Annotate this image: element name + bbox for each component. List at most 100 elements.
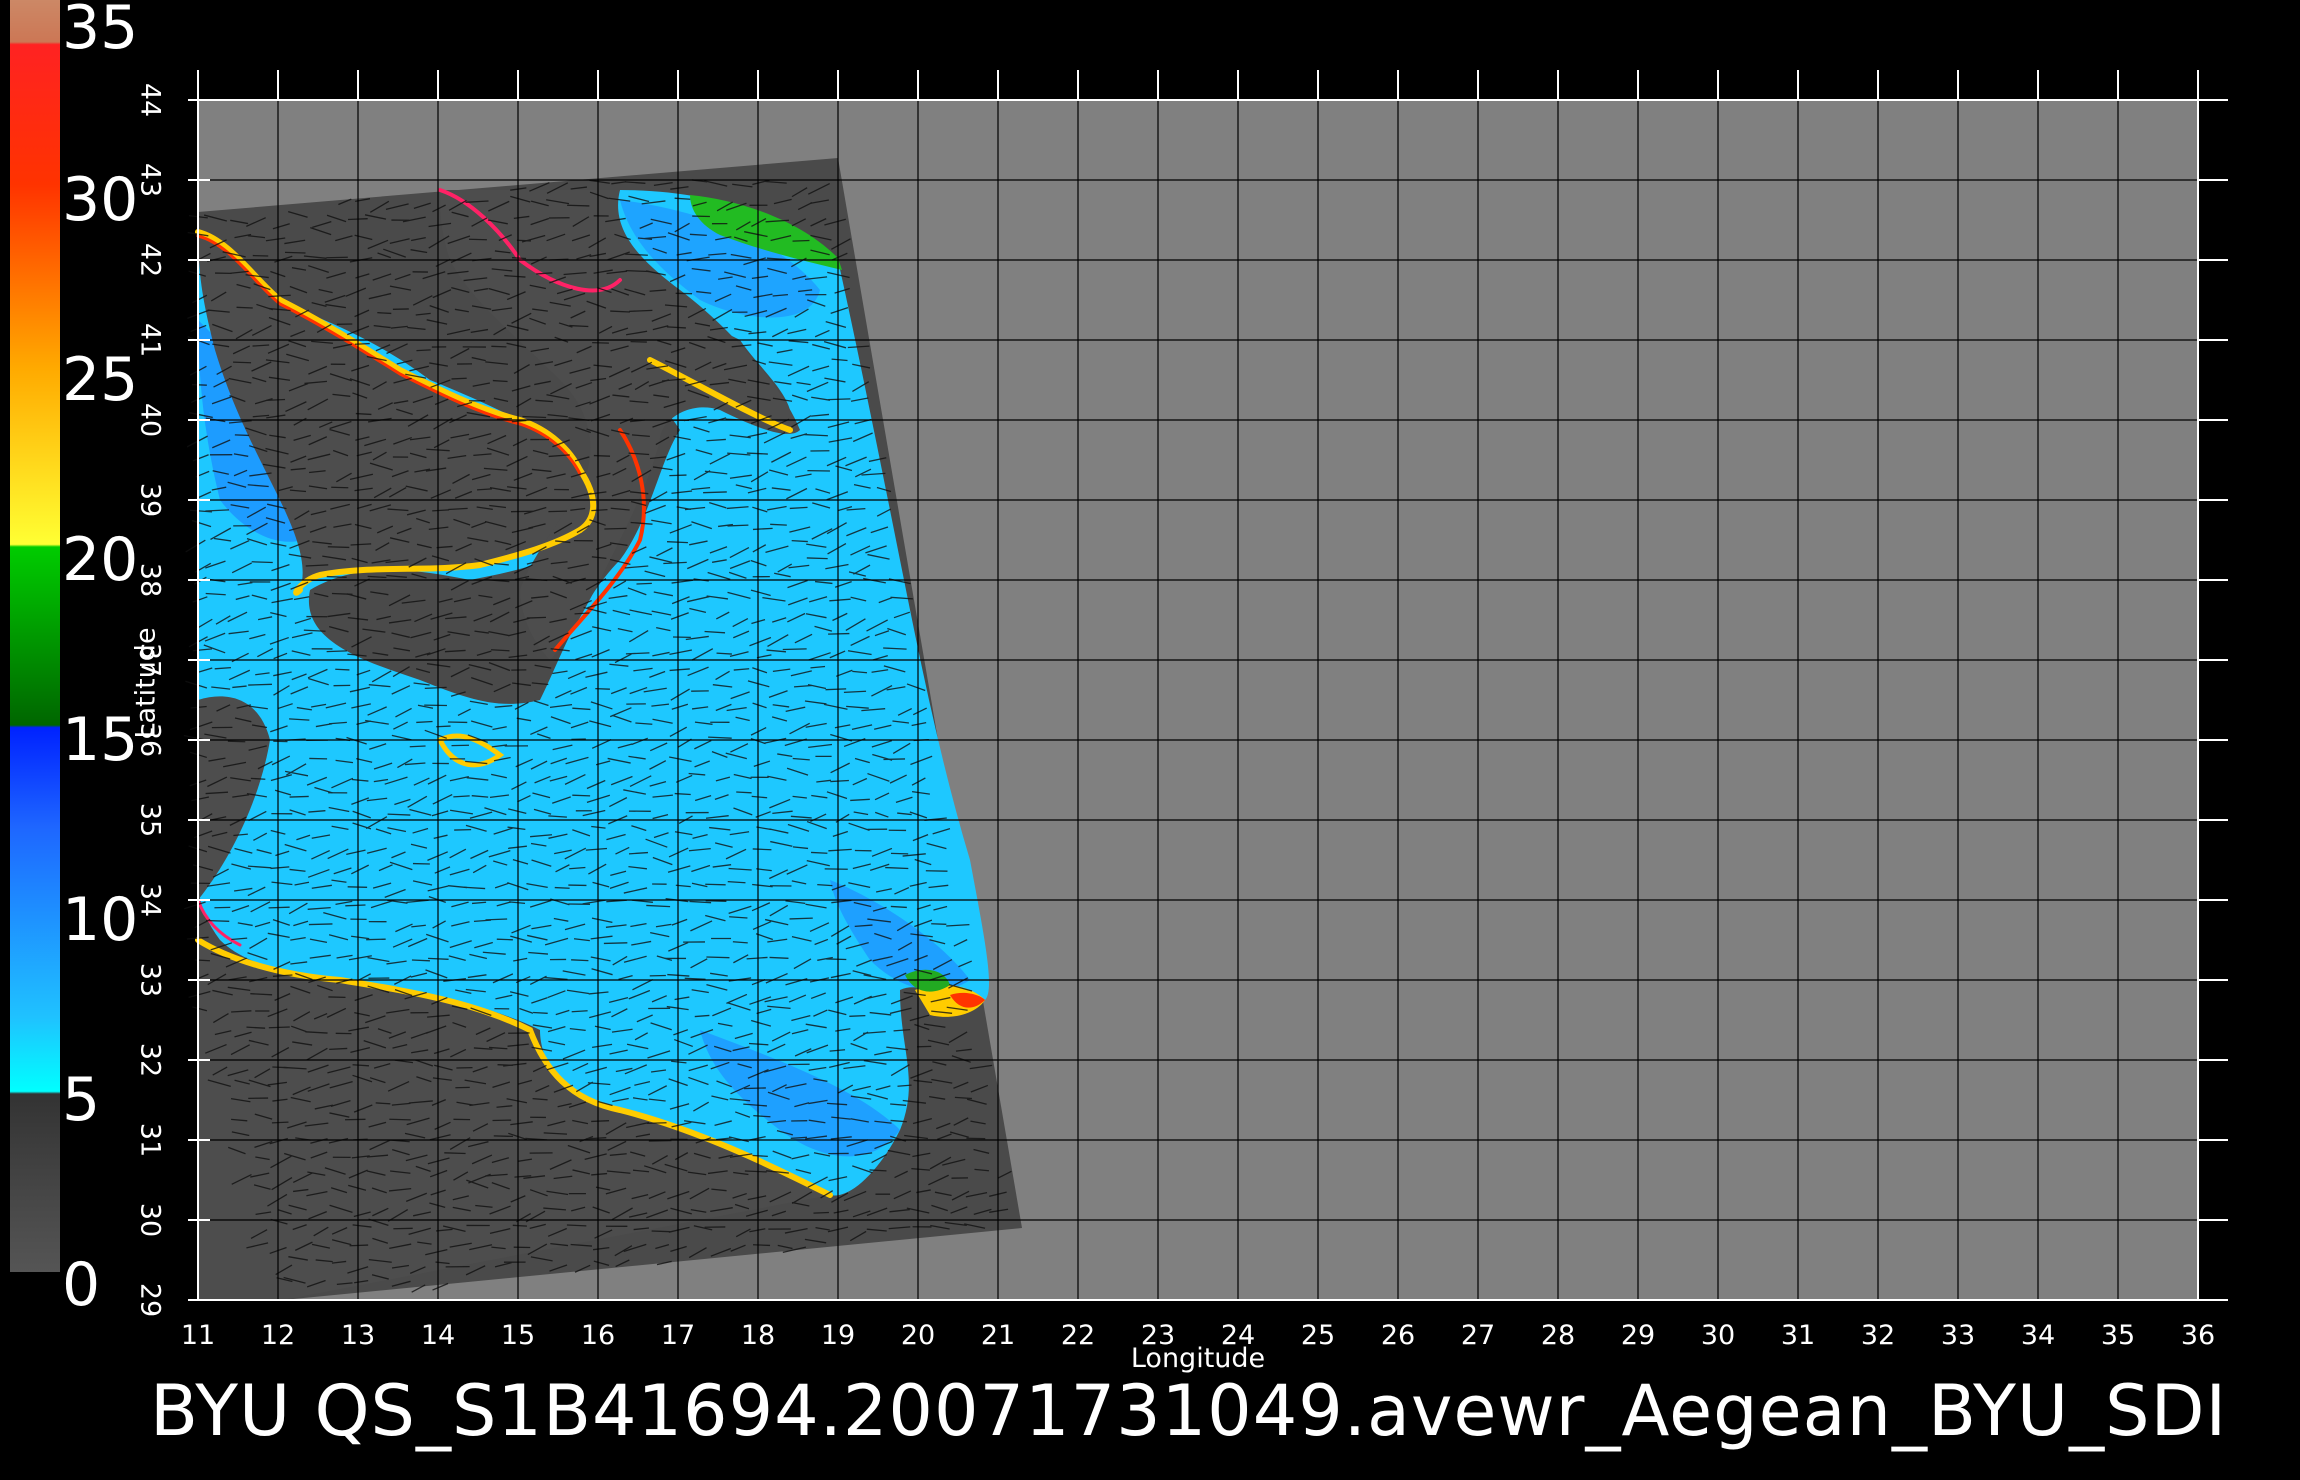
wind-vector [236, 306, 253, 309]
wind-vector [571, 959, 589, 962]
wind-vector [289, 795, 309, 798]
wind-vector [496, 938, 513, 941]
wind-vector [250, 777, 266, 780]
wind-vector [574, 612, 590, 615]
wind-vector [308, 923, 333, 926]
lat-tick-label: 43 [134, 162, 166, 198]
wind-vector [825, 688, 847, 691]
lon-tick-label: 16 [580, 1320, 616, 1351]
lon-tick-label: 22 [1060, 1320, 1096, 1351]
lon-tick-label: 12 [260, 1320, 296, 1351]
lat-tick-label: 38 [134, 562, 166, 598]
lon-tick-label: 21 [980, 1320, 1016, 1351]
wind-vector [205, 919, 230, 922]
wind-vector [752, 848, 772, 851]
wind-vector [326, 256, 348, 259]
wind-vector [548, 510, 568, 513]
wind-vector [769, 956, 789, 959]
wind-vector [883, 758, 906, 761]
wind-vector [567, 204, 590, 207]
wind-vector [512, 1224, 528, 1227]
wind-vector [752, 1244, 771, 1247]
wind-vector [512, 257, 527, 260]
wind-vector [349, 1244, 369, 1247]
wind-vector [826, 958, 847, 961]
wind-vector [335, 668, 350, 671]
wind-vector [591, 1120, 610, 1123]
wind-vector [791, 540, 808, 543]
wind-vector [227, 740, 246, 743]
wind-vector [416, 349, 431, 352]
wind-vector [493, 1135, 513, 1138]
lat-tick-label: 30 [134, 1202, 166, 1238]
lat-tick-label: 34 [134, 882, 166, 918]
wind-vector [885, 866, 909, 870]
wind-vector [792, 239, 810, 242]
lon-tick-label: 26 [1380, 1320, 1416, 1351]
wind-vector [251, 561, 273, 564]
lat-tick-label: 31 [134, 1122, 166, 1158]
wind-vector [890, 852, 909, 855]
wind-vector [744, 1087, 766, 1090]
wind-vector [377, 312, 392, 315]
lon-tick-label: 13 [340, 1320, 376, 1351]
colorbar-label-5: 5 [62, 1065, 101, 1135]
wind-vector [646, 1122, 667, 1125]
wind-vector [444, 1152, 466, 1155]
wind-vector [727, 524, 749, 527]
colorbar-label-25: 25 [62, 345, 139, 415]
wind-vector [354, 342, 370, 345]
wind-vector [674, 792, 691, 796]
wind-vector [234, 434, 250, 437]
lon-tick-label: 31 [1780, 1320, 1816, 1351]
lon-tick-label: 34 [2020, 1320, 2056, 1351]
wind-vector [554, 886, 570, 889]
lon-tick-label: 28 [1540, 1320, 1576, 1351]
wind-vector [268, 1026, 290, 1029]
colorbar-label-20: 20 [62, 525, 139, 595]
wind-vector [492, 379, 508, 383]
wind-vector [636, 582, 652, 585]
wind-vector [736, 791, 752, 794]
colorbar-label-15: 15 [62, 705, 139, 775]
wind-vector [604, 527, 627, 530]
wind-vector [233, 361, 252, 364]
wind-map [10, 0, 2228, 1308]
wind-vector [284, 251, 306, 254]
lat-tick-label: 40 [134, 402, 166, 438]
wind-vector [828, 398, 851, 401]
wind-vector [347, 886, 368, 888]
wind-vector [468, 238, 487, 241]
lon-tick-label: 33 [1940, 1320, 1976, 1351]
lat-tick-label: 32 [134, 1042, 166, 1078]
lon-tick-label: 25 [1300, 1320, 1336, 1351]
wind-vector [327, 546, 350, 549]
wind-vector [271, 1121, 289, 1124]
wind-vector [592, 341, 609, 344]
wind-vector [266, 398, 286, 402]
wind-vector [366, 938, 386, 941]
wind-vector [268, 906, 290, 909]
lon-tick-label: 20 [900, 1320, 936, 1351]
lon-tick-label: 11 [180, 1320, 216, 1351]
lon-tick-label: 27 [1460, 1320, 1496, 1351]
wind-vector [603, 942, 628, 945]
product-title: BYU QS_S1B41694.20071731049.avewr_Aegean… [150, 1370, 2228, 1452]
wind-vector [651, 1230, 671, 1233]
wind-vector [526, 616, 546, 619]
colorbar-label-30: 30 [62, 165, 139, 235]
lon-tick-label: 35 [2100, 1320, 2136, 1351]
wind-vector [411, 959, 430, 962]
wind-vector [485, 918, 508, 921]
wind-vector [326, 650, 347, 653]
wind-vector [811, 851, 828, 854]
lat-tick-label: 42 [134, 242, 166, 278]
lat-tick-label: 44 [134, 82, 166, 118]
lon-tick-label: 32 [1860, 1320, 1896, 1351]
wind-vector [409, 745, 426, 748]
colorbar [10, 0, 60, 1272]
lon-tick-label: 18 [740, 1320, 776, 1351]
wind-vector [389, 1118, 411, 1121]
lon-tick-label: 30 [1700, 1320, 1736, 1351]
wind-vector [806, 557, 828, 560]
